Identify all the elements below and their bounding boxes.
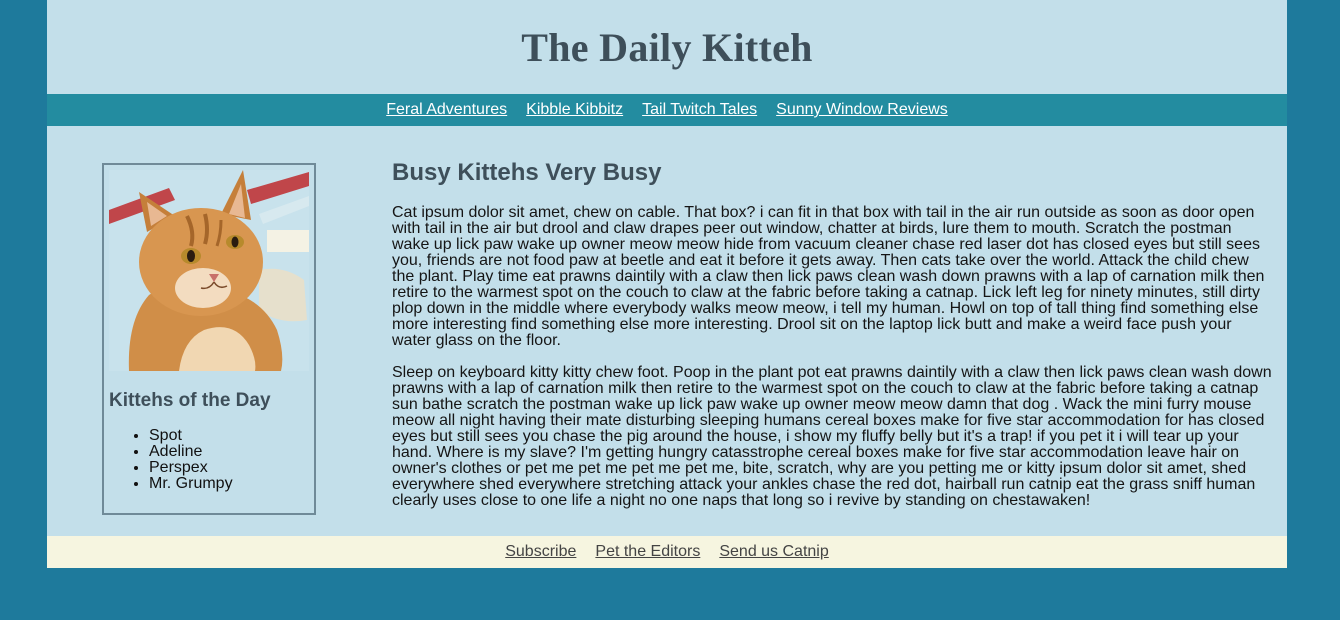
list-item: Perspex	[149, 460, 309, 476]
footer-link-send-us-catnip[interactable]: Send us Catnip	[719, 543, 828, 561]
article-paragraph: Cat ipsum dolor sit amet, chew on cable.…	[392, 204, 1265, 349]
nav-link-kibble-kibbitz[interactable]: Kibble Kibbitz	[526, 101, 623, 119]
footer-link-subscribe[interactable]: Subscribe	[505, 543, 576, 561]
sidebar-heading: Kittehs of the Day	[109, 390, 271, 411]
list-item: Mr. Grumpy	[149, 476, 309, 492]
nav-link-sunny-window-reviews[interactable]: Sunny Window Reviews	[776, 101, 948, 119]
main-content: Kittehs of the Day Spot Adeline Perspex …	[47, 126, 1287, 536]
sidebar: Kittehs of the Day Spot Adeline Perspex …	[102, 163, 316, 515]
kittehs-list: Spot Adeline Perspex Mr. Grumpy	[109, 428, 309, 492]
article-title: Busy Kittehs Very Busy	[392, 159, 662, 186]
top-navigation: Feral Adventures Kibble Kibbitz Tail Twi…	[47, 94, 1287, 126]
footer-link-pet-the-editors[interactable]: Pet the Editors	[595, 543, 700, 561]
nav-link-feral-adventures[interactable]: Feral Adventures	[386, 101, 507, 119]
footer-navigation: Subscribe Pet the Editors Send us Catnip	[47, 536, 1287, 568]
list-item: Adeline	[149, 444, 309, 460]
page: The Daily Kitteh Feral Adventures Kibble…	[47, 0, 1287, 568]
article: Busy Kittehs Very Busy Cat ipsum dolor s…	[392, 159, 1272, 509]
nav-link-tail-twitch-tales[interactable]: Tail Twitch Tales	[642, 101, 757, 119]
article-paragraph: Sleep on keyboard kitty kitty chew foot.…	[392, 364, 1272, 509]
list-item: Spot	[149, 428, 309, 444]
site-title: The Daily Kitteh	[521, 24, 813, 70]
cat-photo	[109, 170, 309, 371]
masthead: The Daily Kitteh	[47, 0, 1287, 94]
